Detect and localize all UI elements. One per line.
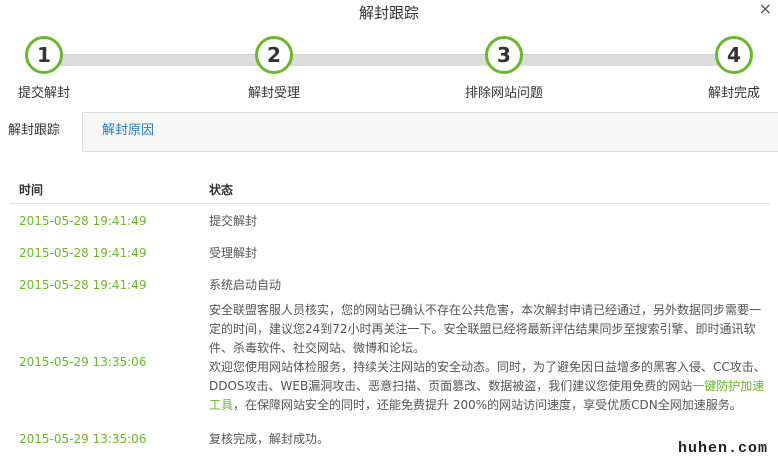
row-status: 提交解封 [209,214,258,228]
step-4-circle: 4 [715,36,753,74]
step-2: 2 解封受理 [224,36,324,101]
table-header: 时间 状态 [10,170,770,204]
step-3: 3 排除网站问题 [454,36,554,101]
table-row: 2015-05-28 19:41:49 受理解封 [10,237,770,269]
tracking-table: 时间 状态 2015-05-28 19:41:49 提交解封 2015-05-2… [10,170,770,456]
tab-unblock-reason[interactable]: 解封原因 [94,112,162,152]
step-2-label: 解封受理 [247,86,300,101]
row-time: 2015-05-28 19:41:49 [19,214,147,228]
step-1: 1 提交解封 [0,36,94,101]
status-paragraph-1: 安全联盟客服人员核实，您的网站已确认不存在公共危害，本次解封申请已经通过，另外数… [209,303,762,355]
status-paragraph-2: 欢迎您使用网站体检服务，持续关注网站的安全动态。同时，为了避免因日益增多的黑客入… [209,358,769,415]
close-icon[interactable]: × [759,0,772,18]
progress-stepper: 1 提交解封 2 解封受理 3 排除网站问题 4 解封完成 [0,36,778,108]
row-time: 2015-05-28 19:41:49 [19,246,147,260]
site-watermark: huhen.com [677,440,768,457]
row-status: 受理解封 [209,246,258,260]
column-header-time: 时间 [19,183,44,197]
step-4: 4 解封完成 [684,36,778,101]
step-2-circle: 2 [255,36,293,74]
step-3-label: 排除网站问题 [464,86,543,101]
step-1-label: 提交解封 [17,86,70,101]
status-paragraph-2-tail: ，在保障网站安全的同时，还能免费提升 200%的网站访问速度，享受优质CDN全网… [233,398,742,412]
row-status: 安全联盟客服人员核实，您的网站已确认不存在公共危害，本次解封申请已经通过，另外数… [209,301,769,415]
table-row: 2015-05-28 19:41:49 系统启动自动 [10,269,770,301]
row-time: 2015-05-29 13:35:06 [19,432,147,446]
step-4-label: 解封完成 [707,86,760,101]
tab-bar: 解封跟踪 解封原因 [0,112,778,152]
tab-unblock-tracking[interactable]: 解封跟踪 [0,112,83,152]
row-status: 系统启动自动 [209,278,282,292]
step-1-circle: 1 [25,36,63,74]
table-row: 2015-05-29 13:35:06 复核完成，解封成功。 [10,426,770,456]
step-3-circle: 3 [485,36,523,74]
dialog-title: 解封跟踪 [358,4,419,22]
status-paragraph-2-text: 欢迎您使用网站体检服务，持续关注网站的安全动态。同时，为了避免因日益增多的黑客入… [209,360,766,393]
row-time: 2015-05-29 13:35:06 [19,355,147,369]
table-row: 2015-05-29 13:35:06 安全联盟客服人员核实，您的网站已确认不存… [10,301,770,426]
row-time: 2015-05-28 19:41:49 [19,278,147,292]
stepper-track [44,54,734,66]
column-header-status: 状态 [209,183,234,197]
dialog-titlebar: 解封跟踪 × [0,0,778,24]
table-row: 2015-05-28 19:41:49 提交解封 [10,204,770,237]
